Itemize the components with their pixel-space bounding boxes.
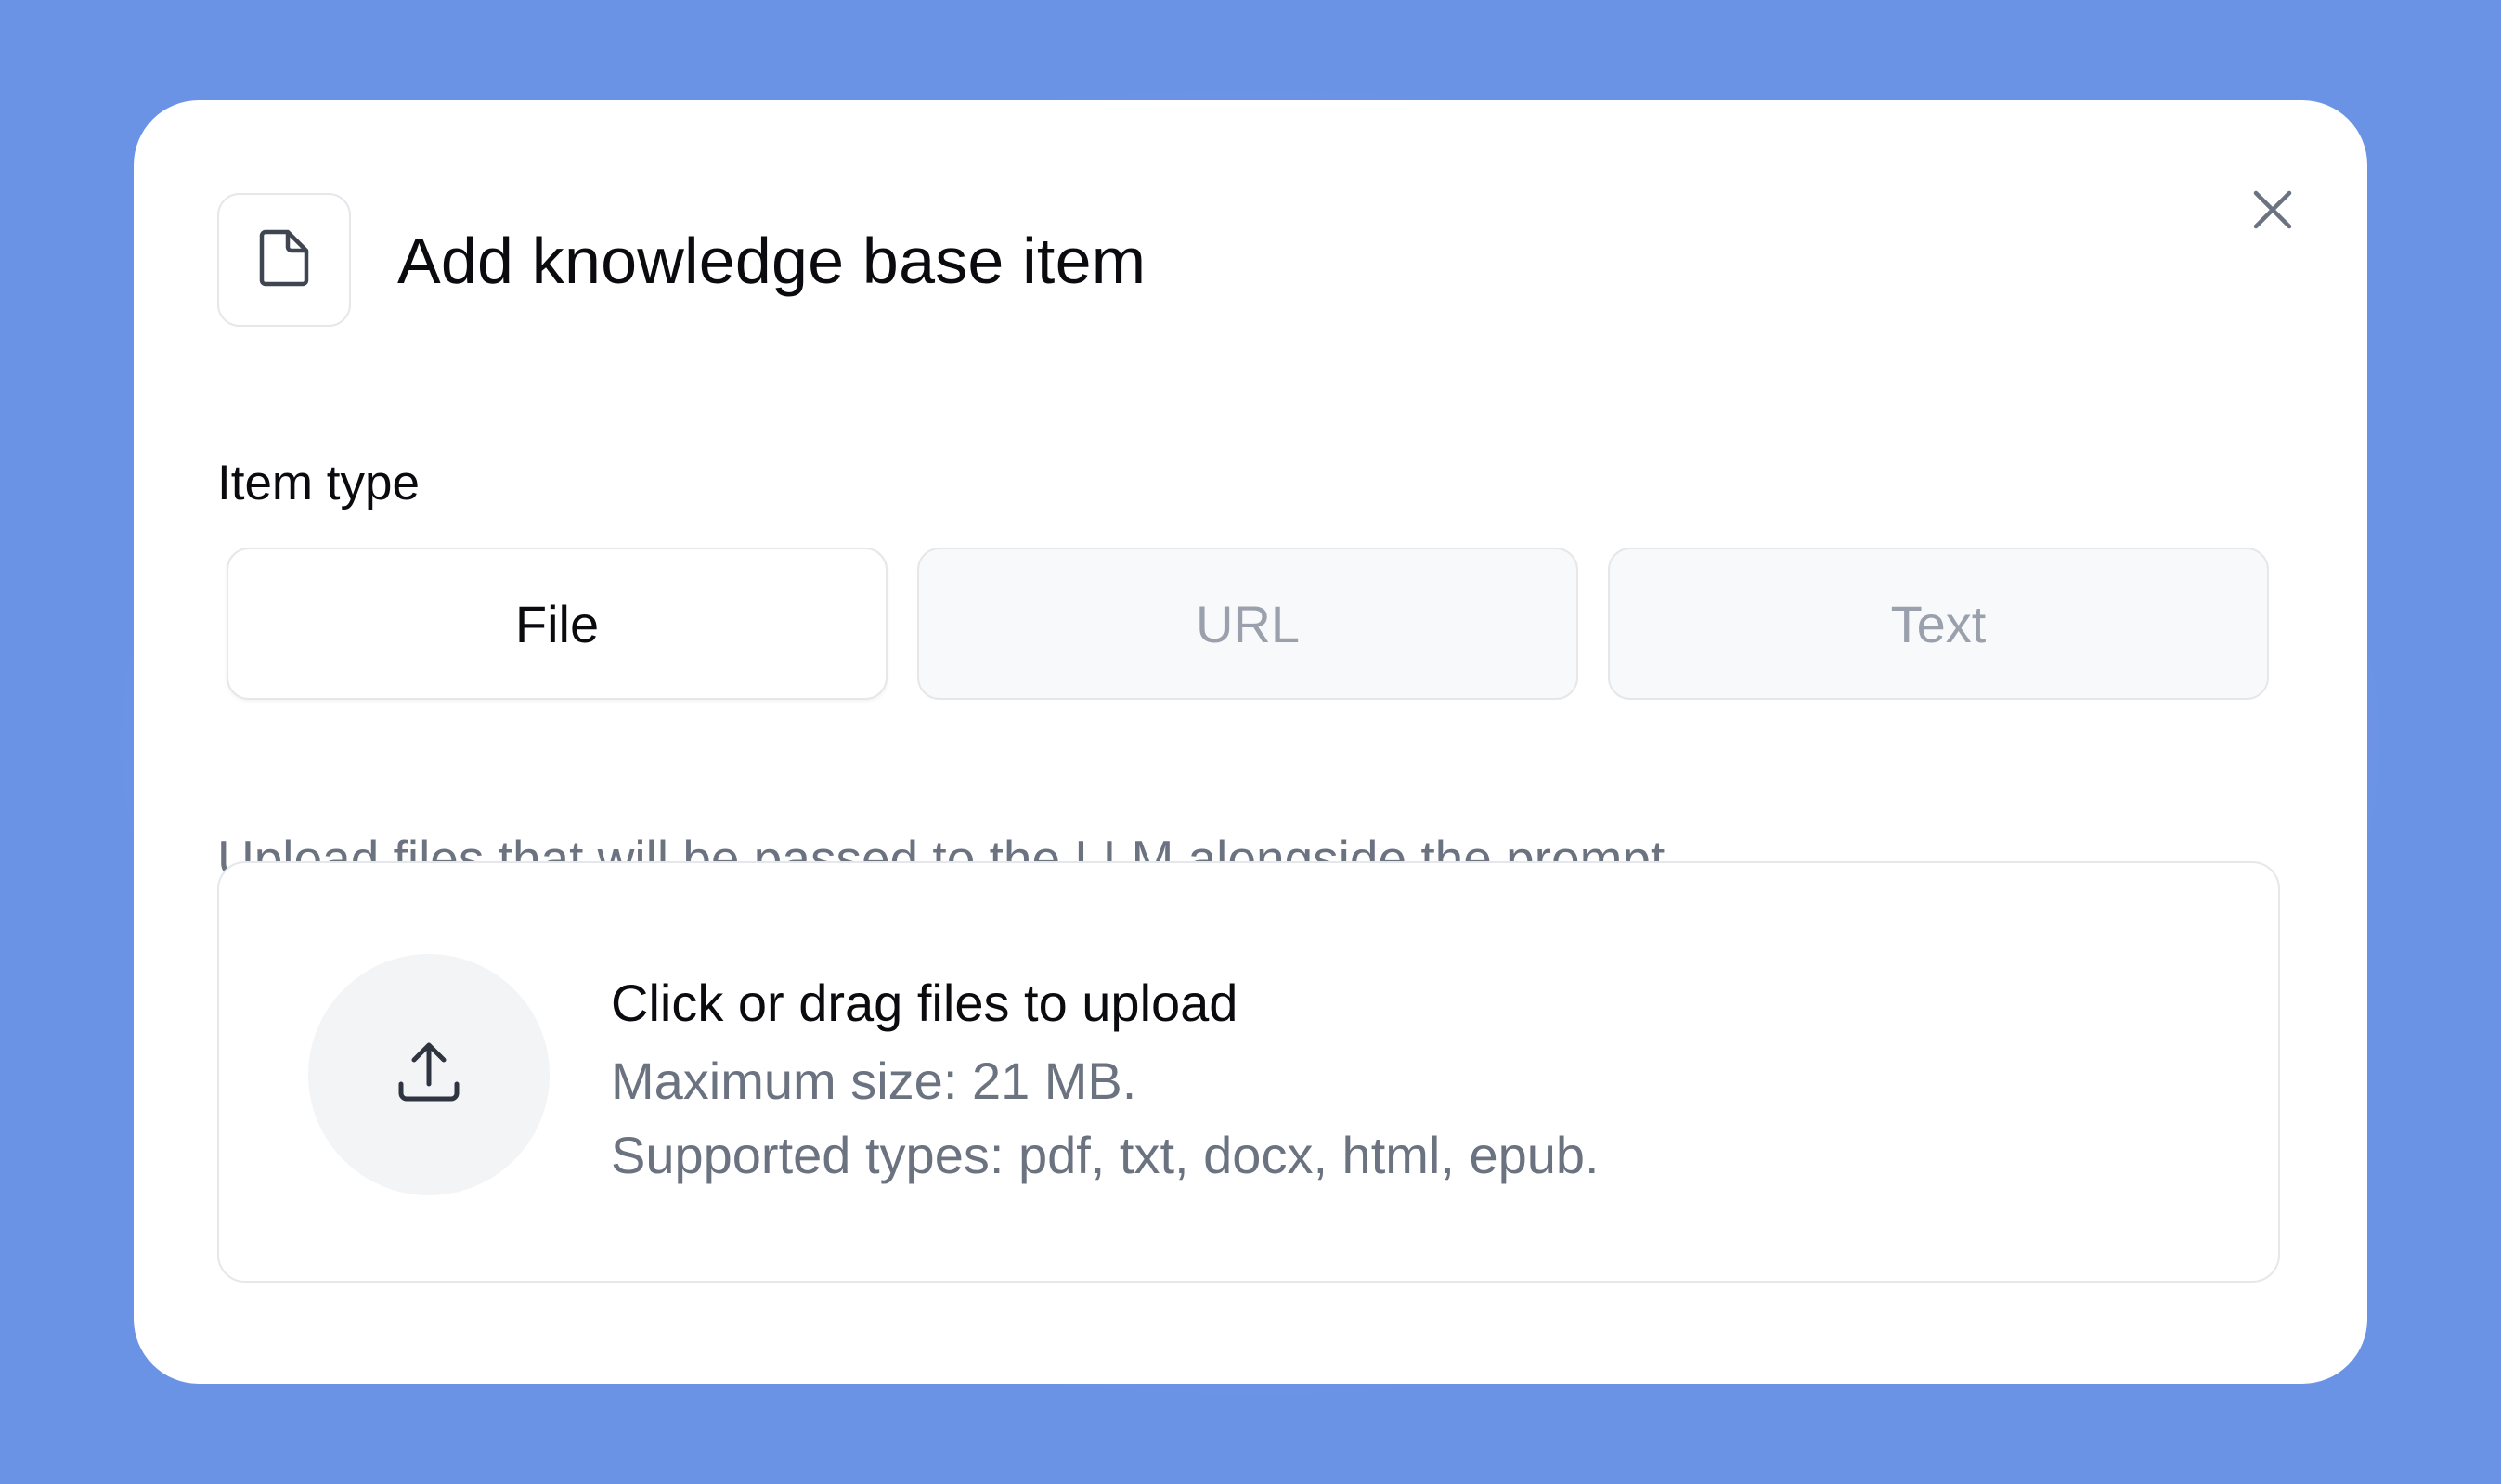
tab-text[interactable]: Text xyxy=(1608,548,2269,700)
upload-title: Click or drag files to upload xyxy=(611,974,1238,1032)
upload-supported-types: Supported types: pdf, txt, docx, html, e… xyxy=(611,1126,1600,1184)
header-icon-container xyxy=(217,193,351,327)
tab-file[interactable]: File xyxy=(227,548,888,700)
close-button[interactable] xyxy=(2235,174,2310,249)
upload-icon-circle xyxy=(308,954,550,1195)
upload-max-size: Maximum size: 21 MB. xyxy=(611,1052,1137,1110)
add-knowledge-base-item-dialog: Add knowledge base item Item type File U… xyxy=(134,100,2367,1384)
close-icon xyxy=(2252,189,2293,235)
file-icon xyxy=(258,228,310,292)
tab-url[interactable]: URL xyxy=(917,548,1578,700)
item-type-label: Item type xyxy=(217,456,420,510)
upload-icon xyxy=(395,1039,462,1111)
dialog-title: Add knowledge base item xyxy=(397,225,1147,297)
file-upload-dropzone[interactable]: Click or drag files to upload Maximum si… xyxy=(217,861,2280,1283)
item-type-selector: File URL Text xyxy=(227,548,2269,700)
